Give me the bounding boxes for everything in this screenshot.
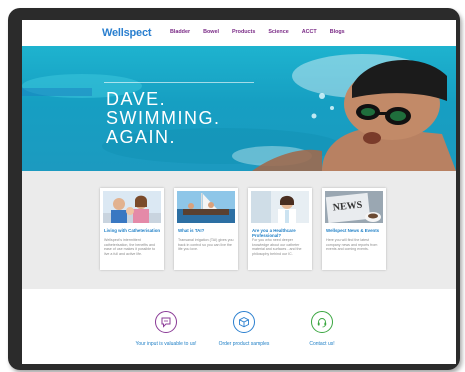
swimmer-image (22, 54, 456, 171)
feedback-cta[interactable]: Your input is valuable to us! (121, 311, 211, 347)
nurse-photo (251, 191, 309, 223)
hero-banner: DAVE. SWIMMING. AGAIN. (22, 46, 456, 171)
hero-line-1: DAVE. (106, 89, 167, 109)
feedback-cta-label: Your input is valuable to us! (135, 341, 197, 347)
feature-cards-section: Living with Catheterisation Wellspect's … (22, 171, 456, 289)
chat-bubble-icon (155, 311, 177, 333)
hero-headline: DAVE. SWIMMING. AGAIN. (106, 90, 221, 147)
sailing-photo (177, 191, 235, 223)
card-description: Here you will find the latest company ne… (326, 238, 378, 252)
nav-item-bowel[interactable]: Bowel (203, 29, 219, 35)
headset-icon (311, 311, 333, 333)
nav-item-science[interactable]: Science (268, 29, 288, 35)
contact-cta[interactable]: Contact us! (277, 311, 367, 347)
card-title: Are you a Healthcare Professional? (252, 228, 296, 238)
call-to-action-section: Your input is valuable to us! Order prod… (22, 289, 456, 364)
card-living-with-catheterisation[interactable]: Living with Catheterisation Wellspect's … (100, 188, 164, 270)
card-title: What is TAI? (178, 228, 205, 233)
card-what-is-tai[interactable]: What is TAI? Transanal irrigation (TAI) … (174, 188, 238, 270)
website-screen: Wellspect Bladder Bowel Products Science… (22, 20, 456, 364)
nav-item-acct[interactable]: ACCT (302, 29, 317, 35)
newspaper-photo: NEWS (325, 191, 383, 223)
nav-menu: Bladder Bowel Products Science ACCT Blog… (170, 29, 358, 35)
hero-line-3: AGAIN. (106, 127, 177, 147)
nav-item-blogs[interactable]: Blogs (330, 29, 345, 35)
nav-item-bladder[interactable]: Bladder (170, 29, 190, 35)
family-photo (103, 191, 161, 223)
hero-line-2: SWIMMING. (106, 108, 221, 128)
card-news-events[interactable]: NEWS Wellspect News & Events Here you wi… (322, 188, 386, 270)
order-samples-cta[interactable]: Order product samples (199, 311, 289, 347)
card-description: For you who need deeper knowledge about … (252, 238, 302, 256)
nav-item-products[interactable]: Products (232, 29, 255, 35)
hero-divider (104, 82, 254, 83)
card-title: Wellspect News & Events (326, 228, 380, 233)
card-description: Transanal irrigation (TAI) gives you bac… (178, 238, 234, 252)
order-samples-cta-label: Order product samples (218, 341, 270, 347)
box-icon (233, 311, 255, 333)
card-healthcare-professional[interactable]: Are you a Healthcare Professional? For y… (248, 188, 312, 270)
card-description: Wellspect's intermittent catheterisation… (104, 238, 156, 256)
card-title: Living with Catheterisation (104, 228, 161, 233)
contact-cta-label: Contact us! (309, 341, 335, 347)
wellspect-logo[interactable]: Wellspect (102, 27, 152, 39)
top-navigation: Wellspect Bladder Bowel Products Science… (22, 20, 456, 47)
